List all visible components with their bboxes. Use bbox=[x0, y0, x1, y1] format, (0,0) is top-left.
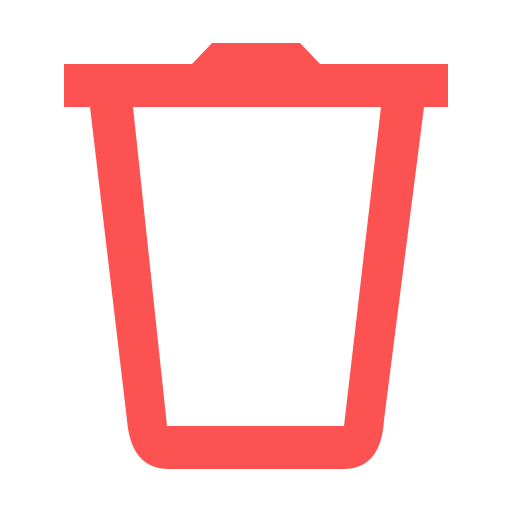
trash-icon bbox=[64, 43, 448, 469]
delete-button[interactable] bbox=[0, 0, 512, 512]
trash-lid-bar bbox=[64, 64, 448, 107]
icon-canvas bbox=[0, 0, 512, 512]
trash-lid-handle bbox=[192, 43, 320, 64]
trash-can-body bbox=[90, 107, 424, 469]
